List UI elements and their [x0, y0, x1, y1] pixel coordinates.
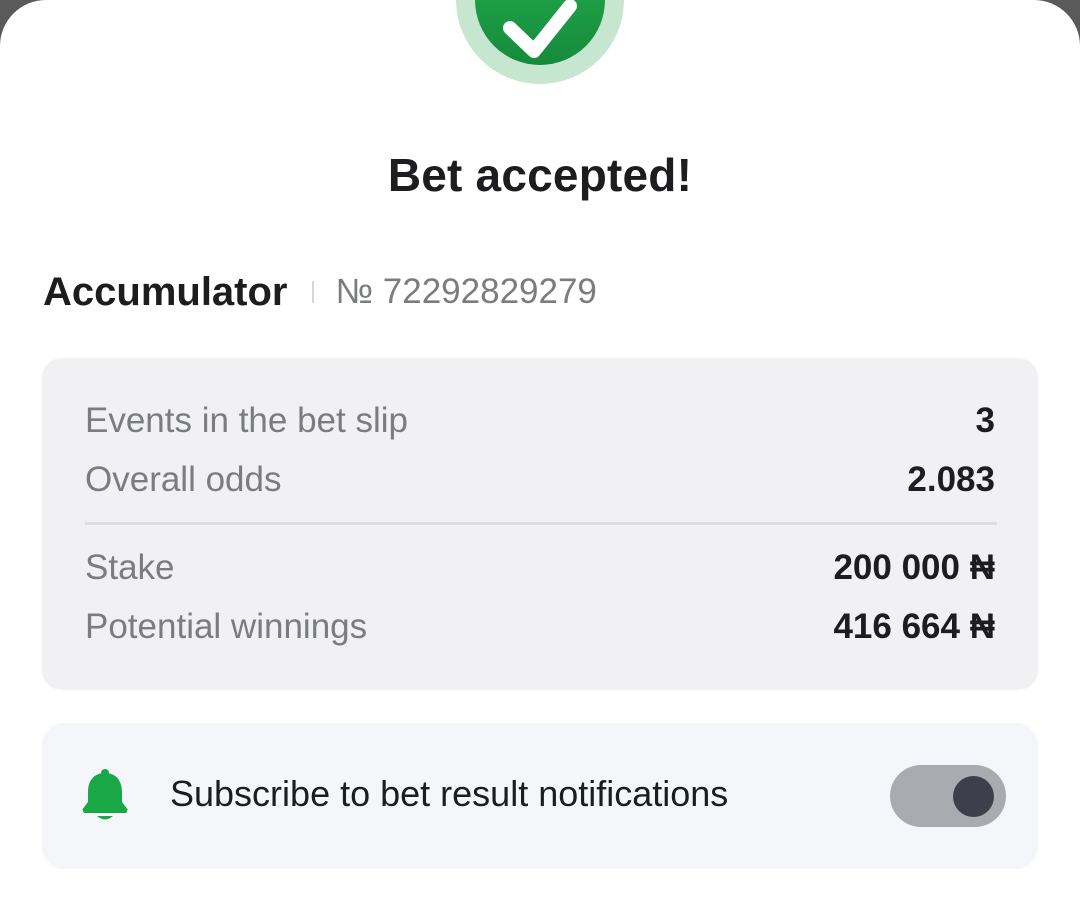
bet-type: Accumulator — [43, 269, 288, 314]
stake-value: 200 000 ₦ — [833, 548, 995, 587]
stake-label: Stake — [85, 548, 175, 587]
odds-label: Overall odds — [85, 460, 282, 499]
notification-label: Subscribe to bet result notifications — [170, 773, 729, 814]
summary-divider — [85, 522, 997, 525]
bet-number: № 72292829279 — [335, 272, 597, 311]
summary-row-winnings: Potential winnings 416 664 ₦ — [85, 603, 995, 651]
winnings-value: 416 664 ₦ — [833, 607, 995, 646]
bet-summary-card: Events in the bet slip 3 Overall odds 2.… — [42, 358, 1038, 690]
success-badge — [456, 0, 624, 84]
toggle-knob — [953, 776, 994, 817]
events-value: 3 — [975, 401, 995, 440]
checkmark-icon — [503, 0, 577, 58]
events-label: Events in the bet slip — [85, 401, 408, 440]
odds-value: 2.083 — [907, 460, 995, 499]
page-title: Bet accepted! — [387, 149, 693, 201]
bet-accepted-sheet: Bet accepted! Accumulator № 72292829279 … — [0, 0, 1080, 899]
header-divider — [311, 281, 314, 303]
winnings-label: Potential winnings — [85, 607, 368, 646]
bet-header: Accumulator № 72292829279 — [43, 268, 597, 316]
summary-row-stake: Stake 200 000 ₦ — [85, 544, 995, 592]
summary-row-odds: Overall odds 2.083 — [85, 456, 995, 504]
bell-icon — [80, 767, 130, 828]
notification-subscription[interactable]: Subscribe to bet result notifications — [42, 723, 1038, 869]
summary-row-events: Events in the bet slip 3 — [85, 397, 995, 445]
notification-toggle[interactable] — [890, 765, 1006, 827]
